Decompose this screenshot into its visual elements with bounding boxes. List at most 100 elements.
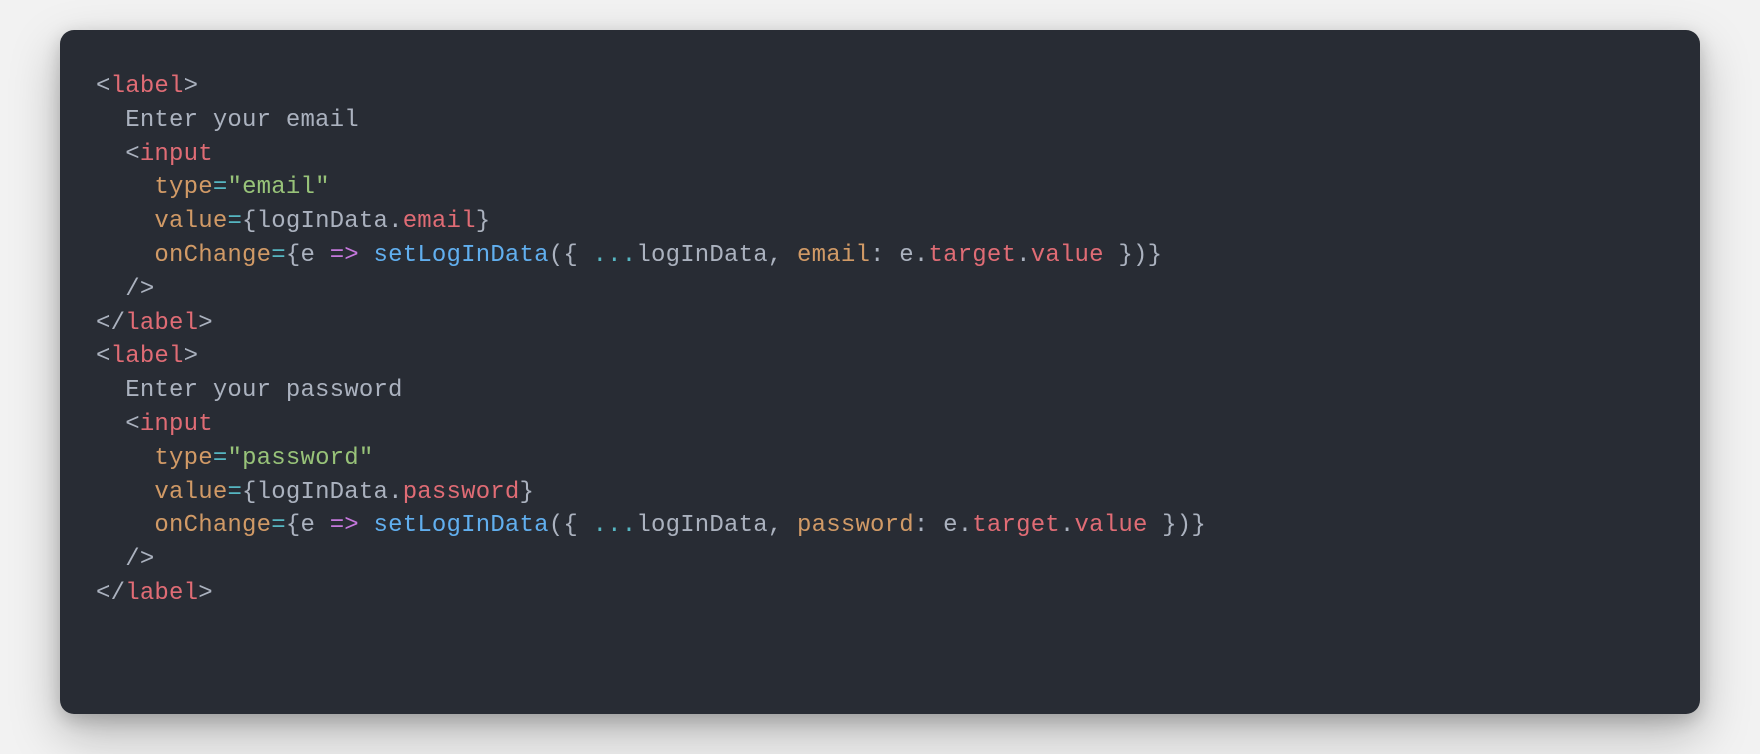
indent xyxy=(96,411,125,438)
indent xyxy=(96,208,154,235)
equals: = xyxy=(271,242,286,269)
dot: . xyxy=(958,512,973,539)
punct: > xyxy=(198,310,213,337)
indent xyxy=(96,174,154,201)
brace: } xyxy=(1148,512,1177,539)
indent xyxy=(96,546,125,573)
tag-input: input xyxy=(140,141,213,168)
indent xyxy=(96,141,125,168)
punct: > xyxy=(198,580,213,607)
equals: = xyxy=(213,445,228,472)
paren: ( xyxy=(549,512,564,539)
indent xyxy=(96,479,154,506)
punct: < xyxy=(125,141,140,168)
self-close: /> xyxy=(125,276,154,303)
spread: ... xyxy=(593,242,637,269)
brace: { xyxy=(242,479,257,506)
object-key: email xyxy=(797,242,870,269)
attr-type: type xyxy=(154,174,212,201)
punct: > xyxy=(184,343,199,370)
code-content: <label> Enter your email <input type="em… xyxy=(96,70,1664,611)
equals: = xyxy=(227,479,242,506)
property: target xyxy=(928,242,1016,269)
tag-label: label xyxy=(125,580,198,607)
function: setLogInData xyxy=(374,512,549,539)
dot: . xyxy=(914,242,929,269)
object-key: password xyxy=(797,512,914,539)
brace: { xyxy=(242,208,257,235)
self-close: /> xyxy=(125,546,154,573)
property: password xyxy=(403,479,520,506)
brace: } xyxy=(520,479,535,506)
tag-label: label xyxy=(111,73,184,100)
arrow: => xyxy=(330,512,359,539)
punct: </ xyxy=(96,310,125,337)
param: e xyxy=(300,512,315,539)
identifier: logInData xyxy=(257,208,388,235)
brace: } xyxy=(1191,512,1206,539)
arrow: => xyxy=(330,242,359,269)
indent xyxy=(96,107,125,134)
indent xyxy=(96,377,125,404)
property: value xyxy=(1031,242,1104,269)
identifier: logInData xyxy=(257,479,388,506)
colon: : xyxy=(870,242,899,269)
punct: < xyxy=(96,73,111,100)
equals: = xyxy=(227,208,242,235)
indent xyxy=(96,242,154,269)
brace: { xyxy=(286,512,301,539)
attr-value: value xyxy=(154,208,227,235)
param: e xyxy=(300,242,315,269)
indent xyxy=(96,512,154,539)
paren: ) xyxy=(1177,512,1192,539)
brace: { xyxy=(563,512,592,539)
dot: . xyxy=(388,208,403,235)
equals: = xyxy=(271,512,286,539)
punct: < xyxy=(125,411,140,438)
identifier: logInData xyxy=(636,242,767,269)
property: value xyxy=(1075,512,1148,539)
paren: ) xyxy=(1133,242,1148,269)
identifier: logInData xyxy=(636,512,767,539)
brace: { xyxy=(563,242,592,269)
dot: . xyxy=(1016,242,1031,269)
attr-onchange: onChange xyxy=(154,242,271,269)
string-quote: " xyxy=(227,174,242,201)
dot: . xyxy=(388,479,403,506)
text: Enter your password xyxy=(125,377,402,404)
string-value: password xyxy=(242,445,359,472)
tag-input: input xyxy=(140,411,213,438)
string-quote: " xyxy=(227,445,242,472)
comma: , xyxy=(768,512,797,539)
brace: } xyxy=(476,208,491,235)
text: Enter your email xyxy=(125,107,359,134)
tag-label: label xyxy=(111,343,184,370)
brace: } xyxy=(1148,242,1163,269)
punct: </ xyxy=(96,580,125,607)
identifier: e xyxy=(899,242,914,269)
indent xyxy=(96,276,125,303)
attr-type: type xyxy=(154,445,212,472)
identifier: e xyxy=(943,512,958,539)
string-value: email xyxy=(242,174,315,201)
equals: = xyxy=(213,174,228,201)
function: setLogInData xyxy=(374,242,549,269)
attr-onchange: onChange xyxy=(154,512,271,539)
page-container: <label> Enter your email <input type="em… xyxy=(0,0,1760,754)
indent xyxy=(96,445,154,472)
colon: : xyxy=(914,512,943,539)
brace: { xyxy=(286,242,301,269)
property: email xyxy=(403,208,476,235)
string-quote: " xyxy=(359,445,374,472)
dot: . xyxy=(1060,512,1075,539)
punct: < xyxy=(96,343,111,370)
string-quote: " xyxy=(315,174,330,201)
attr-value: value xyxy=(154,479,227,506)
brace: } xyxy=(1104,242,1133,269)
code-block: <label> Enter your email <input type="em… xyxy=(60,30,1700,714)
property: target xyxy=(972,512,1060,539)
punct: > xyxy=(184,73,199,100)
comma: , xyxy=(768,242,797,269)
tag-label: label xyxy=(125,310,198,337)
paren: ( xyxy=(549,242,564,269)
